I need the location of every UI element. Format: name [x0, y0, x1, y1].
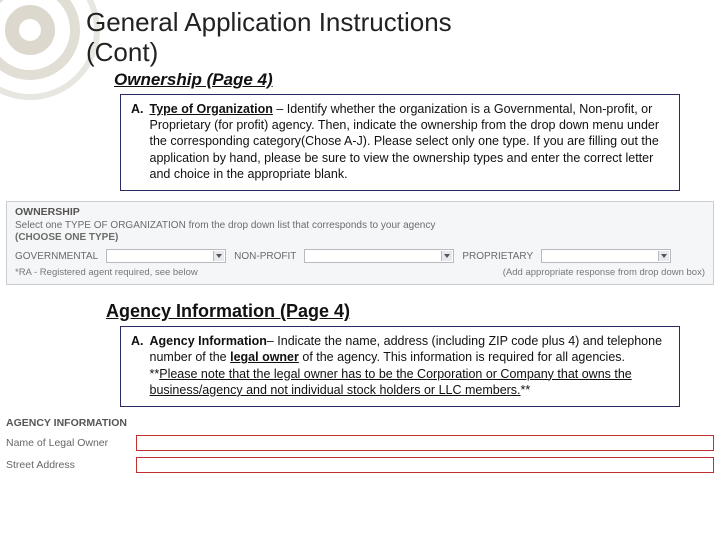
title-line-2: (Cont)	[86, 37, 158, 67]
agency-form-header: AGENCY INFORMATION	[6, 417, 714, 429]
agency-heading: Agency Information (Page 4)	[106, 301, 680, 322]
ownership-item-body: Type of Organization – Identify whether …	[150, 101, 670, 182]
nonprofit-select[interactable]	[304, 249, 454, 263]
agency-name-row: Name of Legal Owner	[6, 435, 714, 451]
legal-owner-name-field[interactable]	[136, 435, 714, 451]
ownership-item-label: A.	[131, 101, 150, 182]
agency-instruction-box: A. Agency Information– Indicate the name…	[120, 326, 680, 407]
agency-address-row: Street Address	[6, 457, 714, 473]
legal-owner-name-label: Name of Legal Owner	[6, 437, 126, 449]
legal-owner-text: legal owner	[230, 350, 299, 364]
street-address-field[interactable]	[136, 457, 714, 473]
ownership-form-header: OWNERSHIP	[15, 206, 705, 218]
ownership-form-subtext: Select one TYPE OF ORGANIZATION from the…	[15, 220, 705, 231]
proprietary-label: PROPRIETARY	[462, 251, 533, 262]
agency-item-lead: Agency Information	[150, 334, 267, 348]
chevron-down-icon	[661, 254, 667, 258]
agency-item-body: Agency Information– Indicate the name, a…	[150, 333, 670, 398]
nonprofit-label: NON-PROFIT	[234, 251, 296, 262]
street-address-label: Street Address	[6, 459, 126, 471]
ownership-item-lead: Type of Organization	[150, 102, 273, 116]
ownership-form-choose: (CHOOSE ONE TYPE)	[15, 232, 705, 243]
dropdown-hint: (Add appropriate response from drop down…	[503, 267, 705, 278]
chevron-down-icon	[216, 254, 222, 258]
agency-form-strip: AGENCY INFORMATION Name of Legal Owner S…	[6, 417, 714, 473]
agency-note-text: Please note that the legal owner has to …	[150, 367, 632, 397]
ownership-form-strip: OWNERSHIP Select one TYPE OF ORGANIZATIO…	[6, 201, 714, 285]
ra-note: *RA - Registered agent required, see bel…	[15, 267, 198, 278]
title-line-1: General Application Instructions	[86, 7, 452, 37]
chevron-down-icon	[444, 254, 450, 258]
governmental-select[interactable]	[106, 249, 226, 263]
agency-text-3: **	[521, 383, 531, 397]
ownership-instruction-box: A. Type of Organization – Identify wheth…	[120, 94, 680, 191]
proprietary-select[interactable]	[541, 249, 671, 263]
governmental-label: GOVERNMENTAL	[15, 251, 98, 262]
ownership-heading: Ownership (Page 4)	[114, 70, 680, 90]
agency-item-label: A.	[131, 333, 150, 398]
page-title: General Application Instructions (Cont)	[86, 8, 680, 68]
ownership-form-row: GOVERNMENTAL NON-PROFIT PROPRIETARY	[15, 249, 705, 263]
